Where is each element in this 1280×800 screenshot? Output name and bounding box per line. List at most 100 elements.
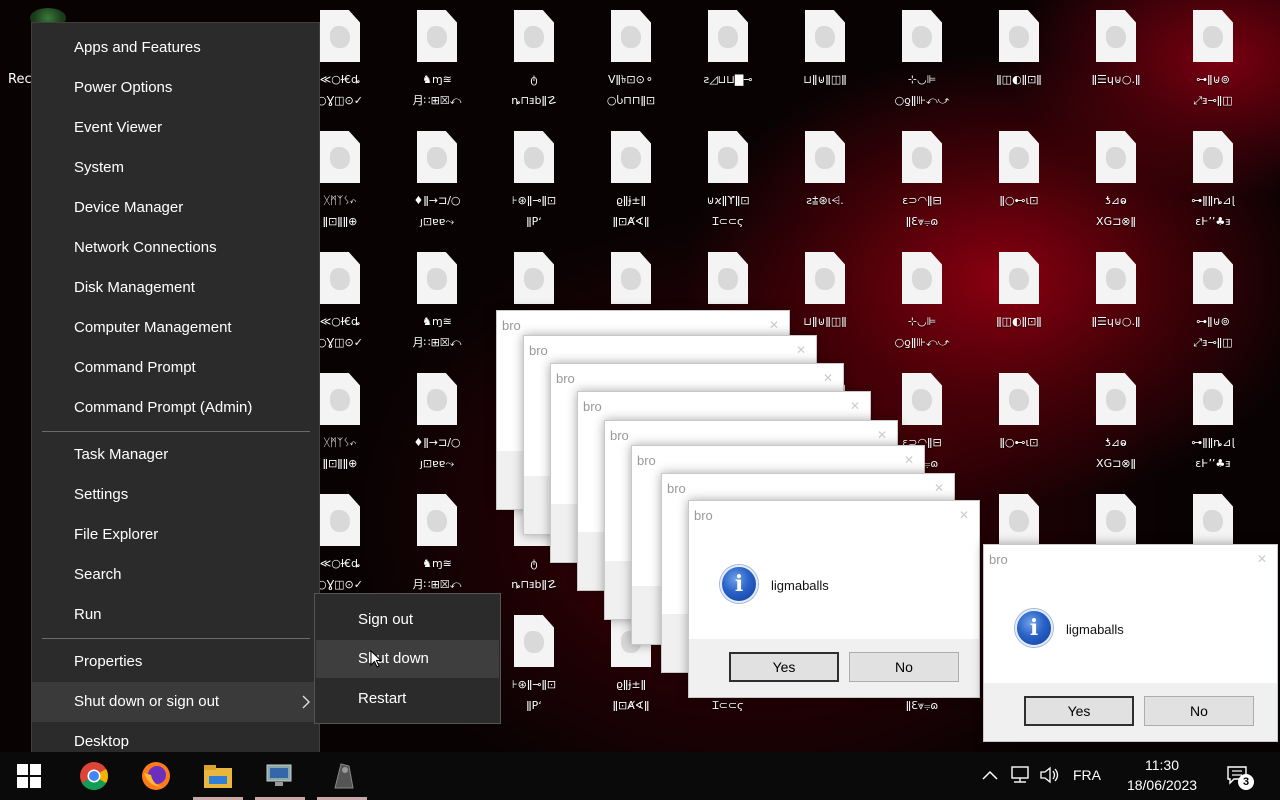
chevron-up-icon[interactable] [982, 770, 998, 780]
file-icon [902, 373, 942, 425]
desktop-file-icon[interactable]: Vǁ৳⊡⊙⚬ ○Ⴑ⊓⊓ǁ⊡ [588, 10, 674, 111]
desktop-file-icon[interactable]: ♞ɱ≊ 月∷⊞☒⤺ [394, 10, 480, 111]
desktop-file-icon[interactable]: ƾ⊿ⱺ ⅩG⊐⊗ǁ [1073, 373, 1159, 474]
submenu-item-sign-out[interactable]: Sign out [316, 601, 499, 639]
desktop-file-icon[interactable]: ǁ◫◐ǁ⊡ǁ [976, 10, 1062, 90]
windows-start-icon [17, 764, 41, 788]
window-titlebar[interactable]: bro ✕ [578, 392, 870, 422]
menu-item-apps-and-features[interactable]: Apps and Features [32, 28, 319, 68]
close-icon[interactable]: ✕ [877, 428, 887, 442]
no-button[interactable]: No [849, 652, 959, 682]
start-button[interactable] [4, 752, 54, 800]
taskbar: FRA 11:30 18/06/2023 3 [0, 752, 1280, 800]
taskbar-app[interactable] [317, 752, 367, 800]
window-titlebar[interactable]: bro ✕ [632, 446, 924, 476]
window-title: bro [637, 453, 656, 468]
close-icon[interactable]: ✕ [1257, 552, 1267, 566]
desktop-icon-label: ♦ǁ→⊐∕○ [413, 194, 461, 207]
desktop-file-icon[interactable]: ⊶ǁ⊍⊚ ⤢ⱻ⊸ǁ◫ [1170, 10, 1256, 111]
desktop-file-icon[interactable]: ǁ☰ɥ⊍○.ǁ [1073, 10, 1159, 90]
desktop-icon-label: ⊶ǁǁȵ⊿ɭ [1191, 194, 1235, 207]
menu-item-system[interactable]: System [32, 148, 319, 188]
desktop-file-icon[interactable]: ⊍ϰǁϒǁ⊡ Ɪ⊂⊂ϛ [685, 131, 771, 232]
taskbar-file-explorer[interactable] [193, 752, 243, 800]
close-icon[interactable]: ✕ [959, 508, 969, 522]
desktop-file-icon[interactable]: ɛ⊃◠ǁ⊟ ǁƐ⩔⩦ɷ [879, 131, 965, 232]
menu-item-power-options[interactable]: Power Options [32, 68, 319, 108]
menu-item-event-viewer[interactable]: Event Viewer [32, 108, 319, 148]
menu-item-properties[interactable]: Properties [32, 642, 319, 682]
desktop-file-icon[interactable]: ƨ◿⊔⊔▇⊸ [685, 10, 771, 90]
menu-item-command-prompt-admin[interactable]: Command Prompt (Admin) [32, 388, 319, 428]
menu-item-search[interactable]: Search [32, 555, 319, 595]
desktop-file-icon[interactable]: ⊹◡⊫ ○ƍǁ⊪⤺⤻ [879, 10, 965, 111]
desktop-icon-label: ƨ◿⊔⊔▇⊸ [703, 73, 753, 86]
window-titlebar[interactable]: bro ✕ [689, 501, 979, 531]
clock[interactable]: 11:30 18/06/2023 [1112, 755, 1212, 795]
window-title: bro [556, 371, 575, 386]
taskbar-chrome[interactable] [69, 752, 119, 800]
file-icon [999, 10, 1039, 62]
close-icon[interactable]: ✕ [796, 343, 806, 357]
desktop-file-icon[interactable]: ƾ⊿ⱺ ⅩG⊐⊗ǁ [1073, 131, 1159, 232]
desktop-file-icon[interactable]: ǁ○⊷ɩ⊡ [976, 373, 1062, 453]
desktop-file-icon[interactable]: ⊔ǁ⊍ǁ◫ǁ [782, 252, 868, 332]
desktop-file-icon[interactable]: ⊶ǁǁȵ⊿ɭ ɛⱵʼʼ♣ⱻ [1170, 373, 1256, 474]
menu-item-device-manager[interactable]: Device Manager [32, 188, 319, 228]
close-icon[interactable]: ✕ [823, 371, 833, 385]
close-icon[interactable]: ✕ [904, 453, 914, 467]
no-button[interactable]: No [1144, 696, 1254, 726]
language-indicator[interactable]: FRA [1073, 767, 1101, 783]
desktop-icon-label: ǁPʻ [526, 699, 542, 712]
desktop-file-icon[interactable]: ♦ǁ→⊐∕○ ȷ⊡ɐɐ⤳ [394, 373, 480, 474]
desktop-file-icon[interactable]: ♞ɱ≊ 月∷⊞☒⤺ [394, 252, 480, 353]
menu-item-network-connections[interactable]: Network Connections [32, 228, 319, 268]
desktop-file-icon[interactable]: ƨ⩲⊛ɩ⩤. [782, 131, 868, 211]
desktop-icon-label: ⊔ǁ⊍ǁ◫ǁ [803, 73, 847, 86]
desktop-file-icon[interactable]: ტ ȵ⊓ⱻbǁ☡ [491, 10, 577, 111]
menu-item-computer-management[interactable]: Computer Management [32, 308, 319, 348]
menu-item-run[interactable]: Run [32, 595, 319, 635]
desktop-file-icon[interactable]: ⊦⊛ǁ⊸ǁ⊡ ǁPʻ [491, 615, 577, 716]
desktop-file-icon[interactable]: ϱǁɉ±ǁ ǁ⊡Ⱥ∢ǁ [588, 131, 674, 232]
action-center-button[interactable]: 3 [1226, 764, 1256, 794]
window-titlebar[interactable]: bro ✕ [984, 545, 1277, 575]
menu-item-settings[interactable]: Settings [32, 475, 319, 515]
desktop-icon-label: ♞ɱ≊ [422, 557, 452, 570]
desktop-file-icon[interactable]: ♦ǁ→⊐∕○ ȷ⊡ɐɐ⤳ [394, 131, 480, 232]
desktop-file-icon[interactable]: ⊶ǁ⊍⊚ ⤢ⱻ⊸ǁ◫ [1170, 252, 1256, 353]
desktop-file-icon[interactable]: ǁ☰ɥ⊍○.ǁ [1073, 252, 1159, 332]
submenu-item-shut-down[interactable]: Shut down [316, 640, 499, 678]
desktop-file-icon[interactable]: ⊶ǁǁȵ⊿ɭ ɛⱵʼʼ♣ⱻ [1170, 131, 1256, 232]
menu-item-command-prompt[interactable]: Command Prompt [32, 348, 319, 388]
menu-item-task-manager[interactable]: Task Manager [32, 435, 319, 475]
window-titlebar[interactable]: bro ✕ [524, 336, 816, 366]
desktop-file-icon[interactable]: ǁ○⊷ɩ⊡ [976, 131, 1062, 211]
message-box-window[interactable]: bro ✕ i ligmaballs Yes No [983, 544, 1278, 742]
network-icon[interactable] [1009, 766, 1031, 784]
menu-item-shut-down-or-sign-out[interactable]: Shut down or sign out [32, 682, 319, 722]
desktop-file-icon[interactable]: ⊹◡⊫ ○ƍǁ⊪⤺⤻ [879, 252, 965, 353]
close-icon[interactable]: ✕ [934, 481, 944, 495]
volume-icon[interactable] [1039, 766, 1061, 784]
menu-item-file-explorer[interactable]: File Explorer [32, 515, 319, 555]
desktop-file-icon[interactable]: ⊦⊛ǁ⊸ǁ⊡ ǁPʻ [491, 131, 577, 232]
yes-button[interactable]: Yes [1024, 696, 1134, 726]
yes-button[interactable]: Yes [729, 652, 839, 682]
desktop-file-icon[interactable]: ⊔ǁ⊍ǁ◫ǁ [782, 10, 868, 90]
submenu-item-restart[interactable]: Restart [316, 680, 499, 718]
desktop-icon-label: ⊶ǁ⊍⊚ [1196, 315, 1230, 328]
close-icon[interactable]: ✕ [769, 318, 779, 332]
message-box-window[interactable]: bro ✕ i ligmaballs Yes No [688, 500, 980, 698]
close-icon[interactable]: ✕ [850, 399, 860, 413]
desktop-icon-label: ǁ◫◐ǁ⊡ǁ [996, 315, 1042, 328]
file-icon [320, 373, 360, 425]
desktop-file-icon[interactable]: ♞ɱ≊ 月∷⊞☒⤺ [394, 494, 480, 595]
window-titlebar[interactable]: bro ✕ [551, 364, 843, 394]
taskbar-firefox[interactable] [131, 752, 181, 800]
taskbar-network-app[interactable] [255, 752, 305, 800]
desktop-icon-label: ɛⱵʼʼ♣ⱻ [1195, 457, 1231, 470]
desktop-file-icon[interactable]: ǁ◫◐ǁ⊡ǁ [976, 252, 1062, 332]
menu-item-disk-management[interactable]: Disk Management [32, 268, 319, 308]
desktop-icon-label: ○ƍǁ⊪⤺⤻ [894, 94, 950, 107]
